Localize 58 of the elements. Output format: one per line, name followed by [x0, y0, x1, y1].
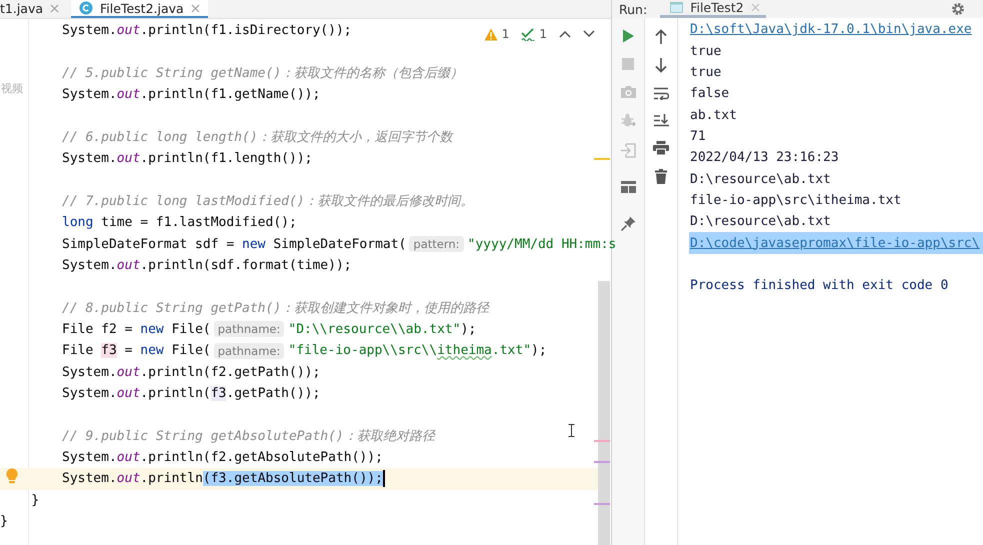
arrow-down-icon[interactable]: [655, 58, 667, 73]
code-line: System.out.println(f2.getAbsolutePath());: [62, 450, 383, 466]
window-icon: [670, 2, 684, 13]
code-line: System.out.println(f2.getPath());: [62, 364, 320, 380]
code-line: // 6.public long length()：获取文件的大小，返回字节个数: [62, 129, 453, 146]
soft-wrap-icon[interactable]: [654, 87, 668, 100]
code-line: System.out.println(f1.isDirectory());: [62, 23, 352, 38]
console-output: true: [690, 64, 722, 80]
code-line: // 5.public String getName()：获取文件的名称（包含后缀）: [62, 65, 464, 82]
code-line: // 8.public String getPath()：获取创建文件对象时，使用的路径: [62, 300, 490, 318]
code-line: System.out.println(f3.getAbsolutePath());: [62, 470, 385, 488]
code-line: // 9.public String getAbsolutePath()：获取绝对路径: [62, 428, 435, 446]
editor-tab[interactable]: FileTest2.java: [71, 0, 208, 18]
close-icon[interactable]: [190, 4, 200, 12]
print-icon[interactable]: [653, 141, 669, 155]
side-text: 视频: [1, 81, 23, 96]
layout-icon[interactable]: [620, 181, 636, 193]
code-line: File f3 = new File( pathname: "file-io-app\\src\\itheima.txt");: [62, 342, 547, 359]
text-cursor-icon: [568, 424, 575, 437]
run-label: Run:: [619, 2, 648, 16]
close-icon[interactable]: [50, 4, 60, 12]
inspection-count[interactable]: 1: [521, 27, 547, 41]
run-icon[interactable]: [622, 29, 634, 43]
scrollbar-thumb[interactable]: [598, 281, 610, 545]
scroll-marker: [594, 158, 610, 160]
code-line: }: [0, 514, 8, 530]
settings-icon[interactable]: [951, 2, 965, 16]
editor-tab[interactable]: t1.java: [0, 0, 68, 18]
code-line: System.out.println(f3.getPath());: [62, 386, 320, 402]
console-output: false: [690, 86, 730, 102]
console-output: 2022/04/13 23:16:23: [690, 150, 839, 166]
class-icon: [79, 1, 94, 15]
console-output: D:\resource\ab.txt: [690, 172, 831, 187]
code-line: }: [30, 492, 40, 508]
code-line: System.out.println(f1.length());: [62, 151, 312, 166]
code-line: long time = f1.lastModified();: [62, 215, 297, 230]
code-line: // 7.public long lastModified()：获取文件的最后修改时间。: [62, 193, 474, 210]
arrow-up-icon[interactable]: [655, 29, 667, 44]
code-line: File f2 = new File( pathname: "D:\\resource\\ab.txt");: [62, 321, 476, 338]
chevron-up-icon[interactable]: [559, 30, 571, 38]
scroll-marker: [594, 440, 610, 442]
console-message: Process finished with exit code 0: [690, 278, 948, 294]
code-line: System.out.println(f1.getName());: [62, 87, 320, 102]
pin-icon[interactable]: [620, 216, 636, 231]
scroll-to-end-icon[interactable]: [654, 114, 668, 127]
inspection-count[interactable]: 1: [484, 27, 510, 41]
scroll-marker: [594, 461, 610, 463]
trash-icon[interactable]: [655, 169, 667, 184]
code-line: SimpleDateFormat sdf = new SimpleDateFormat( pattern: "yyyy/MM/dd HH:mm:s: [62, 236, 616, 252]
console-output: true: [690, 44, 722, 59]
console-output: 71: [690, 128, 706, 144]
code-line: System.out.println(sdf.format(time));: [62, 258, 352, 273]
console-output: file-io-app\src\itheima.txt: [690, 192, 902, 208]
console-output: ab.txt: [690, 108, 737, 123]
chevron-down-icon[interactable]: [583, 30, 595, 38]
scroll-marker: [594, 503, 610, 505]
console-link[interactable]: D:\soft\Java\jdk-17.0.1\bin\java.exe: [690, 22, 972, 38]
console-output: D:\resource\ab.txt: [690, 214, 831, 230]
